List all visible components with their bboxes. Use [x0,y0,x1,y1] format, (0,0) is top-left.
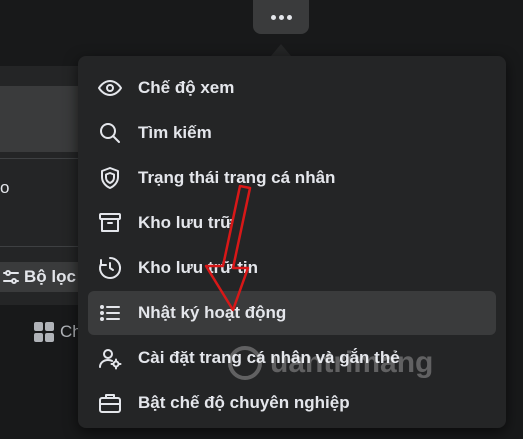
briefcase-icon [98,391,122,415]
menu-item-label: Tìm kiếm [138,123,212,142]
user-gear-icon [98,346,122,370]
menu-item-search[interactable]: Tìm kiếm [88,111,496,155]
left-background-text: o [0,178,10,197]
menu-item-story-archive[interactable]: Kho lưu trữ tin [88,246,496,290]
menu-item-label: Kho lưu trữ tin [138,258,258,277]
filter-label: Bộ lọc [24,267,76,286]
menu-item-label: Bật chế độ chuyên nghiệp [138,393,350,412]
menu-item-activity-log[interactable]: Nhật ký hoạt động [88,291,496,335]
menu-item-label: Cài đặt trang cá nhân và gắn thẻ [138,348,400,367]
menu-item-label: Trạng thái trang cá nhân [138,168,336,187]
grid-icon [34,322,54,342]
menu-item-professional-mode[interactable]: Bật chế độ chuyên nghiệp [88,381,496,425]
more-options-button[interactable] [253,0,309,34]
story-archive-clock-icon [98,256,122,280]
menu-item-profile-status[interactable]: Trạng thái trang cá nhân [88,156,496,200]
eye-icon [98,76,122,100]
more-dots-icon [270,14,276,20]
menu-caret [271,44,291,56]
options-dropdown-menu: Chế độ xem Tìm kiếm Trạng thái trang cá … [78,56,506,428]
menu-item-label: Kho lưu trữ [138,213,233,232]
shield-icon [98,166,122,190]
menu-item-archive[interactable]: Kho lưu trữ [88,201,496,245]
menu-item-label: Chế độ xem [138,78,235,97]
list-icon [98,301,122,325]
filter-icon [3,270,19,284]
search-icon [98,121,122,145]
menu-item-label: Nhật ký hoạt động [138,303,287,322]
menu-item-profile-tagging-settings[interactable]: Cài đặt trang cá nhân và gắn thẻ [88,336,496,380]
menu-item-view-as[interactable]: Chế độ xem [88,66,496,110]
grid-view-tab[interactable]: Ch [34,322,82,342]
archive-box-icon [98,211,122,235]
